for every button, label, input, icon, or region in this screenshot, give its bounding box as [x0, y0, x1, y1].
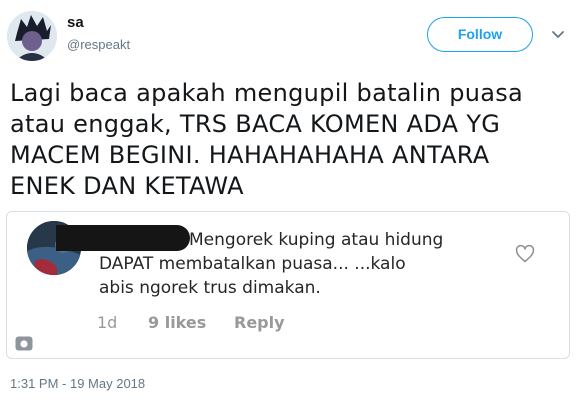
comment-text: Mengorek kuping atau hidung DAPAT membat… — [99, 228, 499, 300]
comment-reply: Reply — [234, 313, 285, 332]
heart-icon — [515, 244, 535, 264]
comment-likes: 9 likes — [148, 313, 207, 332]
comment-line: DAPAT membatalkan puasa... ...kalo — [99, 254, 406, 274]
chevron-down-icon[interactable] — [548, 24, 568, 44]
author-handle[interactable]: @respeakt — [67, 37, 130, 52]
tweet-photo[interactable]: Mengorek kuping atau hidung DAPAT membat… — [6, 211, 570, 359]
tweet-text: Lagi baca apakah mengupil batalin puasa … — [10, 79, 524, 200]
follow-button[interactable]: Follow — [427, 17, 533, 52]
comment-line: abis ngorek trus dimakan. — [99, 278, 321, 298]
author-display-name[interactable]: sa — [67, 14, 84, 31]
camera-icon — [15, 336, 33, 351]
author-avatar[interactable] — [7, 11, 57, 61]
comment-line: Mengorek kuping atau hidung — [189, 230, 444, 250]
avatar-image — [7, 11, 57, 61]
comment-age: 1d — [97, 313, 118, 332]
tweet-timestamp[interactable]: 1:31 PM - 19 May 2018 — [10, 376, 145, 391]
